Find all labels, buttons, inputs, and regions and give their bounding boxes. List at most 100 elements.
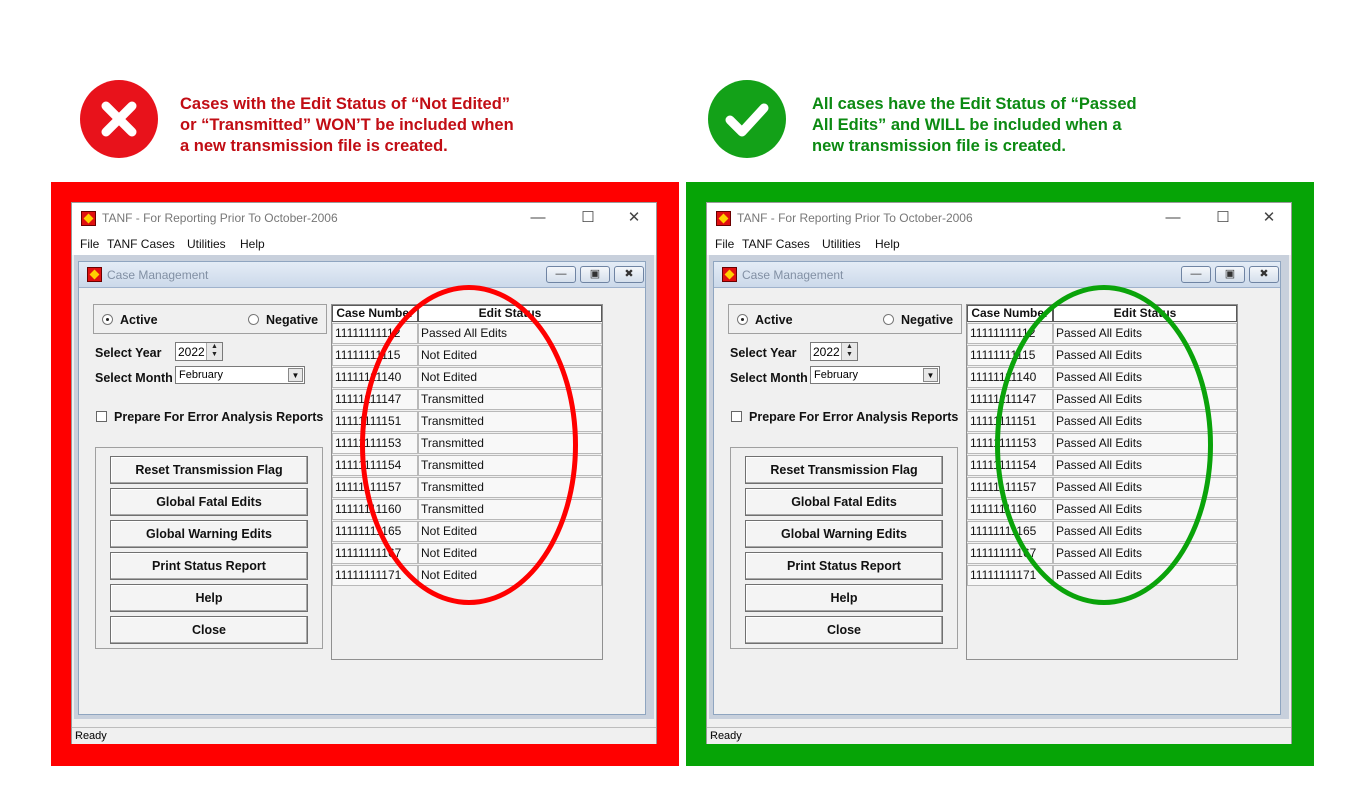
edit-status-cell[interactable]: Passed All Edits — [1053, 323, 1237, 344]
reset-transmission-flag-button[interactable]: Reset Transmission Flag — [110, 456, 308, 484]
case-number-cell[interactable]: 11111111115 — [967, 345, 1053, 366]
menu-help[interactable]: Help — [240, 237, 265, 251]
print-status-report-button[interactable]: Print Status Report — [745, 552, 943, 580]
case-number-cell[interactable]: 11111111154 — [967, 455, 1053, 476]
chevron-down-icon[interactable]: ▼ — [288, 368, 303, 382]
spin-arrows-icon[interactable]: ▲ ▼ — [841, 343, 857, 360]
close-button[interactable]: Close — [110, 616, 308, 644]
print-status-report-button[interactable]: Print Status Report — [110, 552, 308, 580]
maximize-icon[interactable]: ☐ — [578, 208, 598, 228]
menu-help[interactable]: Help — [875, 237, 900, 251]
edit-status-cell[interactable]: Not Edited — [418, 543, 602, 564]
case-number-cell[interactable]: 11111111171 — [332, 565, 418, 586]
child-minimize-icon[interactable]: — — [546, 266, 576, 283]
menu-file[interactable]: File — [80, 237, 99, 251]
resize-grip-icon[interactable]: ∟ — [710, 730, 1289, 743]
case-number-cell[interactable]: 11111111115 — [332, 345, 418, 366]
case-number-header[interactable]: Case Number — [967, 305, 1053, 322]
error-analysis-checkbox[interactable]: Prepare For Error Analysis Reports — [731, 410, 958, 424]
case-number-cell[interactable]: 11111111165 — [332, 521, 418, 542]
active-radio[interactable]: Active — [102, 313, 158, 327]
edit-status-header[interactable]: Edit Status — [1053, 305, 1237, 322]
menu-file[interactable]: File — [715, 237, 734, 251]
global-fatal-edits-button[interactable]: Global Fatal Edits — [745, 488, 943, 516]
case-number-cell[interactable]: 11111111140 — [332, 367, 418, 388]
year-spinner[interactable]: 2022 ▲ ▼ — [810, 342, 858, 361]
maximize-icon[interactable]: ☐ — [1213, 208, 1233, 228]
edit-status-cell[interactable]: Transmitted — [418, 433, 602, 454]
reset-transmission-flag-button[interactable]: Reset Transmission Flag — [745, 456, 943, 484]
edit-status-cell[interactable]: Passed All Edits — [1053, 565, 1237, 586]
minimize-icon[interactable]: — — [528, 208, 548, 228]
menu-tanf-cases[interactable]: TANF Cases — [742, 237, 810, 251]
edit-status-cell[interactable]: Passed All Edits — [1053, 543, 1237, 564]
case-number-cell[interactable]: 11111111151 — [332, 411, 418, 432]
help-button[interactable]: Help — [745, 584, 943, 612]
case-number-cell[interactable]: 11111111147 — [332, 389, 418, 410]
edit-status-cell[interactable]: Transmitted — [418, 455, 602, 476]
child-close-icon[interactable]: ✖ — [1249, 266, 1279, 283]
edit-status-cell[interactable]: Passed All Edits — [1053, 345, 1237, 366]
case-number-cell[interactable]: 11111111112 — [967, 323, 1053, 344]
case-number-cell[interactable]: 11111111147 — [967, 389, 1053, 410]
help-button[interactable]: Help — [110, 584, 308, 612]
global-warning-edits-button[interactable]: Global Warning Edits — [110, 520, 308, 548]
edit-status-cell[interactable]: Passed All Edits — [1053, 389, 1237, 410]
global-fatal-edits-button[interactable]: Global Fatal Edits — [110, 488, 308, 516]
edit-status-cell[interactable]: Passed All Edits — [1053, 521, 1237, 542]
year-spinner[interactable]: 2022 ▲ ▼ — [175, 342, 223, 361]
close-icon[interactable]: ✕ — [1259, 208, 1279, 228]
edit-status-cell[interactable]: Not Edited — [418, 521, 602, 542]
case-number-cell[interactable]: 11111111153 — [967, 433, 1053, 454]
close-button[interactable]: Close — [745, 616, 943, 644]
case-list[interactable]: Case Number Edit Status 11111111112 Passe… — [331, 304, 603, 660]
edit-status-cell[interactable]: Passed All Edits — [1053, 433, 1237, 454]
child-minimize-icon[interactable]: — — [1181, 266, 1211, 283]
case-number-cell[interactable]: 11111111157 — [332, 477, 418, 498]
edit-status-cell[interactable]: Not Edited — [418, 565, 602, 586]
edit-status-cell[interactable]: Not Edited — [418, 367, 602, 388]
case-number-header[interactable]: Case Number — [332, 305, 418, 322]
edit-status-cell[interactable]: Passed All Edits — [1053, 499, 1237, 520]
menu-utilities[interactable]: Utilities — [822, 237, 861, 251]
active-radio[interactable]: Active — [737, 313, 793, 327]
case-number-cell[interactable]: 11111111160 — [967, 499, 1053, 520]
edit-status-cell[interactable]: Transmitted — [418, 477, 602, 498]
case-list[interactable]: Case Number Edit Status 11111111112 Passe… — [966, 304, 1238, 660]
case-number-cell[interactable]: 11111111171 — [967, 565, 1053, 586]
resize-grip-icon[interactable]: ∟ — [75, 730, 654, 743]
negative-radio[interactable]: Negative — [248, 313, 318, 327]
edit-status-cell[interactable]: Passed All Edits — [1053, 411, 1237, 432]
case-number-cell[interactable]: 11111111160 — [332, 499, 418, 520]
case-number-cell[interactable]: 11111111154 — [332, 455, 418, 476]
case-number-cell[interactable]: 11111111167 — [332, 543, 418, 564]
edit-status-cell[interactable]: Transmitted — [418, 411, 602, 432]
minimize-icon[interactable]: — — [1163, 208, 1183, 228]
close-icon[interactable]: ✕ — [624, 208, 644, 228]
edit-status-cell[interactable]: Passed All Edits — [1053, 367, 1237, 388]
edit-status-cell[interactable]: Passed All Edits — [1053, 455, 1237, 476]
chevron-down-icon[interactable]: ▼ — [923, 368, 938, 382]
case-number-cell[interactable]: 11111111151 — [967, 411, 1053, 432]
case-number-cell[interactable]: 11111111167 — [967, 543, 1053, 564]
case-number-cell[interactable]: 11111111112 — [332, 323, 418, 344]
error-analysis-checkbox[interactable]: Prepare For Error Analysis Reports — [96, 410, 323, 424]
edit-status-header[interactable]: Edit Status — [418, 305, 602, 322]
menu-utilities[interactable]: Utilities — [187, 237, 226, 251]
edit-status-cell[interactable]: Not Edited — [418, 345, 602, 366]
spin-arrows-icon[interactable]: ▲ ▼ — [206, 343, 222, 360]
edit-status-cell[interactable]: Passed All Edits — [418, 323, 602, 344]
menu-tanf-cases[interactable]: TANF Cases — [107, 237, 175, 251]
child-close-icon[interactable]: ✖ — [614, 266, 644, 283]
month-dropdown[interactable]: February ▼ — [810, 366, 940, 384]
edit-status-cell[interactable]: Passed All Edits — [1053, 477, 1237, 498]
global-warning-edits-button[interactable]: Global Warning Edits — [745, 520, 943, 548]
case-number-cell[interactable]: 11111111157 — [967, 477, 1053, 498]
case-number-cell[interactable]: 11111111165 — [967, 521, 1053, 542]
edit-status-cell[interactable]: Transmitted — [418, 389, 602, 410]
child-restore-icon[interactable]: ▣ — [580, 266, 610, 283]
case-number-cell[interactable]: 11111111140 — [967, 367, 1053, 388]
child-restore-icon[interactable]: ▣ — [1215, 266, 1245, 283]
negative-radio[interactable]: Negative — [883, 313, 953, 327]
month-dropdown[interactable]: February ▼ — [175, 366, 305, 384]
